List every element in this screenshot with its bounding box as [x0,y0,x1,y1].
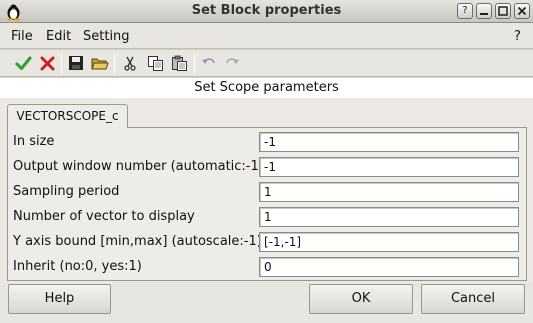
field-label: Inherit (no:0, yes:1) [13,259,142,274]
minimize-icon [480,13,488,15]
field-label: In size [13,134,55,149]
ok-toolbar-button[interactable] [13,53,33,73]
help-button[interactable]: Help [8,284,111,314]
cancel-toolbar-button[interactable] [37,53,57,73]
copy-icon [147,55,163,71]
close-icon [517,6,527,16]
cut-icon [124,56,136,71]
maximize-icon [498,6,508,16]
menu-setting[interactable]: Setting [83,29,130,44]
in-size-input[interactable]: -1 [259,132,519,152]
paste-icon [171,55,187,71]
minimize-button[interactable] [476,3,492,19]
help-window-button[interactable]: ? [457,3,473,19]
redo-icon [226,58,239,64]
vector-count-input[interactable]: 1 [259,207,519,227]
section-heading: Set Scope parameters [0,78,533,98]
copy-toolbar-button[interactable] [145,53,165,73]
toolbar-separator [61,54,62,73]
inherit-input[interactable]: 0 [259,257,519,277]
toolbar-separator [194,54,195,73]
field-label: Sampling period [13,184,120,199]
redo-toolbar-button[interactable] [222,53,242,73]
ok-button[interactable]: OK [309,284,413,314]
field-label: Number of vector to display [13,209,195,224]
ok-icon [15,56,31,70]
output-window-number-input[interactable]: -1 [259,157,519,177]
menu-bar: File Edit Setting ? [0,23,533,49]
sampling-period-input[interactable]: 1 [259,182,519,202]
maximize-button[interactable] [495,3,511,19]
title-bar[interactable]: Set Block properties ? [0,0,533,23]
undo-toolbar-button[interactable] [199,53,219,73]
toolbar [0,50,533,77]
paste-toolbar-button[interactable] [169,53,189,73]
toolbar-separator [114,54,115,73]
menu-edit[interactable]: Edit [46,29,71,44]
open-folder-icon [91,58,109,70]
cut-toolbar-button[interactable] [120,53,140,73]
field-label: Y axis bound [min,max] (autoscale:-1) [13,234,262,249]
window-title: Set Block properties [191,3,342,18]
menu-help[interactable]: ? [514,29,521,44]
cancel-button[interactable]: Cancel [421,284,525,314]
tab-vectorscope[interactable]: VECTORSCOPE_c [7,104,128,128]
close-window-button[interactable] [514,3,530,19]
field-label: Output window number (automatic:-1) [13,159,264,174]
save-toolbar-button[interactable] [66,53,86,73]
undo-icon [202,58,215,64]
save-icon [69,56,83,70]
menu-file[interactable]: File [11,29,33,44]
open-toolbar-button[interactable] [90,53,110,73]
cancel-icon [40,56,54,70]
y-axis-bound-input[interactable]: [-1,-1] [259,232,519,252]
